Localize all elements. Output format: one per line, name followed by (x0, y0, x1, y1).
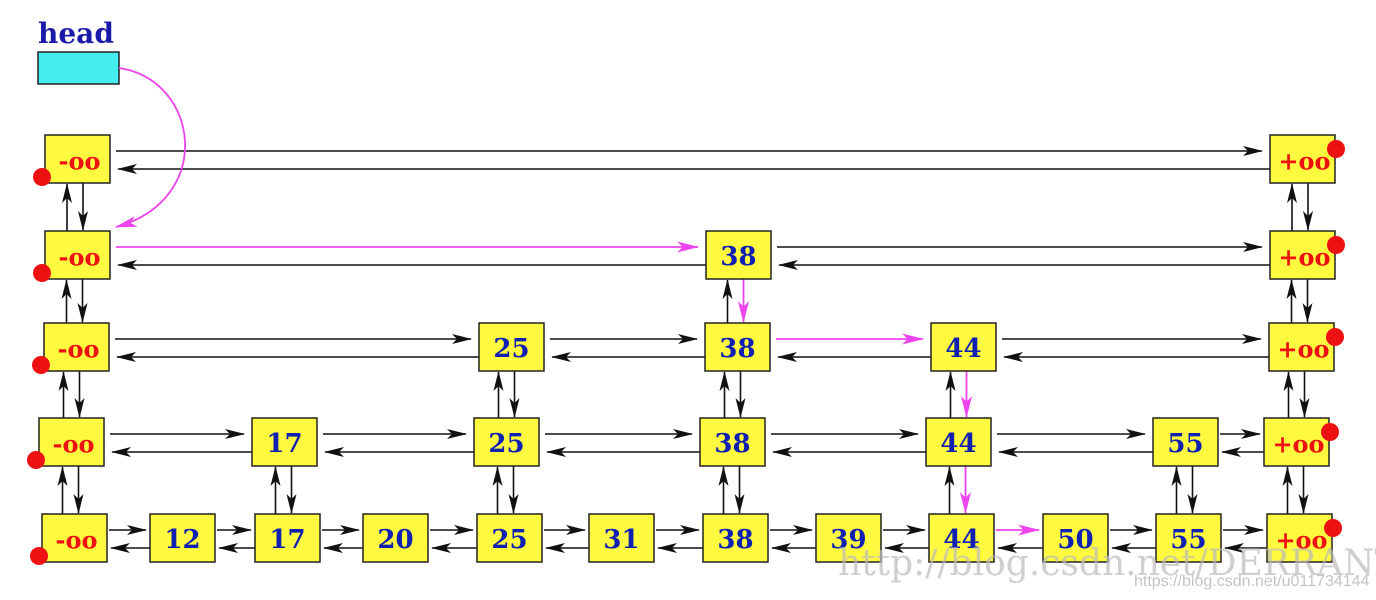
node-L1-25: 25 (473, 417, 540, 467)
null-pointer-dot (27, 451, 45, 469)
head-label: head (38, 17, 114, 50)
null-pointer-dot (1327, 236, 1345, 254)
node-L2-25: 25 (478, 322, 545, 372)
sentinel-label: -oo (59, 243, 101, 272)
node-key: 44 (945, 334, 981, 364)
sentinel-label: +oo (1272, 430, 1324, 459)
head-pointer: head (37, 17, 120, 85)
node-L3-38: 38 (705, 230, 772, 280)
node-key: 17 (266, 429, 302, 459)
node-L1-neg-inf: -oo (27, 417, 105, 469)
watermark: http://blog.csdn.net/DERRANTCM https://b… (838, 543, 1376, 590)
null-pointer-dot (32, 356, 50, 374)
null-pointer-dot (1327, 140, 1345, 158)
node-L4-pos-inf: +oo (1269, 134, 1345, 184)
node-key: 25 (493, 334, 529, 364)
node-L0-neg-inf: -oo (30, 513, 108, 565)
null-pointer-dot (1324, 519, 1342, 537)
sentinel-label: +oo (1278, 243, 1330, 272)
null-pointer-dot (33, 264, 51, 282)
head-pointer-arrow (114, 67, 186, 228)
node-key: 25 (491, 525, 527, 555)
null-pointer-dot (1321, 423, 1339, 441)
sentinel-label: +oo (1277, 335, 1329, 364)
links-layer (57, 146, 1313, 553)
watermark-secondary: https://blog.csdn.net/u011734144 (1134, 573, 1370, 590)
sentinel-label: -oo (56, 526, 98, 555)
null-pointer-dot (1326, 328, 1344, 346)
node-L2-neg-inf: -oo (32, 322, 110, 374)
node-key: 44 (940, 429, 976, 459)
node-L1-pos-inf: +oo (1263, 417, 1339, 467)
node-L2-pos-inf: +oo (1268, 322, 1344, 372)
node-L3-pos-inf: +oo (1269, 230, 1345, 280)
sentinel-label: -oo (58, 335, 100, 364)
node-L1-44: 44 (925, 417, 992, 467)
node-L0-31: 31 (588, 513, 655, 563)
node-key: 38 (720, 242, 756, 272)
node-L0-20: 20 (362, 513, 429, 563)
node-L4-neg-inf: -oo (33, 134, 111, 186)
node-key: 55 (1167, 429, 1203, 459)
node-key: 25 (488, 429, 524, 459)
node-key: 20 (377, 525, 413, 555)
sentinel-label: +oo (1278, 147, 1330, 176)
node-key: 12 (164, 525, 200, 555)
head-box (37, 51, 120, 85)
node-L0-38: 38 (702, 513, 769, 563)
node-key: 38 (717, 525, 753, 555)
null-pointer-dot (33, 168, 51, 186)
node-L0-12: 12 (149, 513, 216, 563)
node-L3-neg-inf: -oo (33, 230, 111, 282)
null-pointer-dot (30, 547, 48, 565)
node-L1-55: 55 (1152, 417, 1219, 467)
node-L0-25: 25 (476, 513, 543, 563)
nodes-layer: -oo 12 17 20 25 31 38 39 44 50 55 +oo-oo 17 25 38 44 55 +… (27, 134, 1345, 565)
node-key: 17 (269, 525, 305, 555)
node-key: 38 (714, 429, 750, 459)
node-L2-44: 44 (930, 322, 997, 372)
node-L2-38: 38 (704, 322, 771, 372)
node-key: 38 (719, 334, 755, 364)
node-L1-38: 38 (699, 417, 766, 467)
skip-list-diagram: head -oo 12 17 20 25 31 38 39 44 50 55 +oo-oo 17 25 38… (27, 17, 1376, 590)
node-key: 31 (603, 525, 639, 555)
sentinel-label: -oo (59, 147, 101, 176)
node-L0-17: 17 (254, 513, 321, 563)
sentinel-label: -oo (53, 430, 95, 459)
node-L1-17: 17 (251, 417, 318, 467)
